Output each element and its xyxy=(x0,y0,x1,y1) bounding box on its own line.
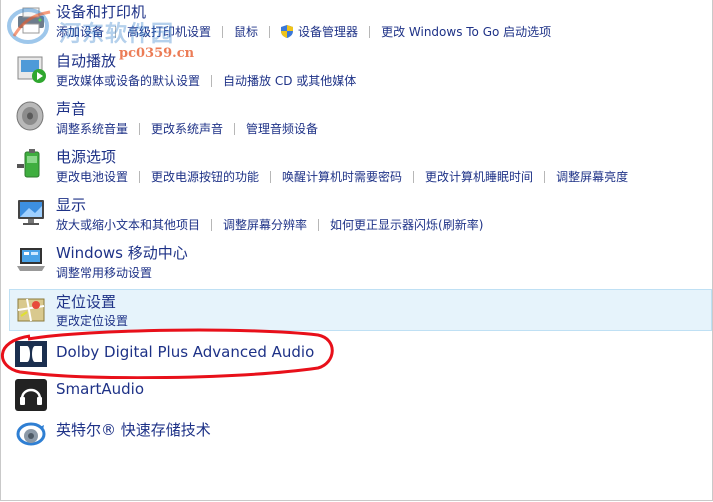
category-sound: 声音 调整系统音量 更改系统声音 管理音频设备 xyxy=(9,96,712,142)
separator xyxy=(211,74,213,87)
category-title[interactable]: 英特尔® 快速存储技术 xyxy=(56,419,211,440)
autoplay-icon xyxy=(17,56,46,83)
intel-rst-icon xyxy=(16,422,46,446)
category-title[interactable]: Windows 移动中心 xyxy=(56,242,188,263)
link-resolution[interactable]: 调整屏幕分辨率 xyxy=(223,216,307,233)
category-devices-printers: 设备和打印机 添加设备 高级打印机设置 鼠标 设备管理器 更改 Windows … xyxy=(9,0,712,46)
separator xyxy=(222,25,224,38)
category-mobility-center: Windows 移动中心 调整常用移动设置 xyxy=(9,240,712,286)
category-title[interactable]: Dolby Digital Plus Advanced Audio xyxy=(56,343,314,361)
category-links: 更改媒体或设备的默认设置 自动播放 CD 或其他媒体 xyxy=(56,72,356,89)
dolby-logo-icon xyxy=(15,341,47,367)
link-device-manager[interactable]: 设备管理器 xyxy=(298,23,358,40)
headphones-icon xyxy=(15,379,47,411)
category-links: 更改定位设置 xyxy=(56,312,128,329)
category-title[interactable]: 定位设置 xyxy=(56,291,116,312)
separator xyxy=(139,170,141,183)
separator xyxy=(115,25,117,38)
battery-plug-icon xyxy=(17,149,40,178)
link-power-buttons[interactable]: 更改电源按钮的功能 xyxy=(151,168,259,185)
separator xyxy=(269,25,271,38)
category-intel-rst: 英特尔® 快速存储技术 xyxy=(9,414,712,452)
link-change-sounds[interactable]: 更改系统声音 xyxy=(151,120,223,137)
link-adjust-volume[interactable]: 调整系统音量 xyxy=(56,120,128,137)
link-text-size[interactable]: 放大或缩小文本和其他项目 xyxy=(56,216,200,233)
category-links: 添加设备 高级打印机设置 鼠标 设备管理器 更改 Windows To Go 启… xyxy=(56,23,551,40)
link-battery-settings[interactable]: 更改电池设置 xyxy=(56,168,128,185)
link-windows-to-go[interactable]: 更改 Windows To Go 启动选项 xyxy=(381,23,551,40)
category-links: 调整系统音量 更改系统声音 管理音频设备 xyxy=(56,120,318,137)
separator xyxy=(413,170,415,183)
category-power: 电源选项 更改电池设置 更改电源按钮的功能 唤醒计算机时需要密码 更改计算机睡眠… xyxy=(9,144,712,190)
category-smartaudio: SmartAudio xyxy=(9,376,712,414)
separator xyxy=(234,122,236,135)
link-brightness[interactable]: 调整屏幕亮度 xyxy=(556,168,628,185)
link-change-default-media[interactable]: 更改媒体或设备的默认设置 xyxy=(56,72,200,89)
category-links: 调整常用移动设置 xyxy=(56,264,152,281)
link-flicker[interactable]: 如何更正显示器闪烁(刷新率) xyxy=(330,216,483,233)
link-autoplay-cd[interactable]: 自动播放 CD 或其他媒体 xyxy=(223,72,356,89)
laptop-icon xyxy=(17,248,45,271)
link-sleep-time[interactable]: 更改计算机睡眠时间 xyxy=(425,168,533,185)
category-title[interactable]: 自动播放 xyxy=(56,50,116,71)
link-manage-audio[interactable]: 管理音频设备 xyxy=(246,120,318,137)
separator xyxy=(544,170,546,183)
category-title[interactable]: SmartAudio xyxy=(56,380,144,398)
category-title[interactable]: 声音 xyxy=(56,98,86,119)
location-map-icon xyxy=(17,298,45,322)
category-title[interactable]: 电源选项 xyxy=(56,146,116,167)
category-display: 显示 放大或缩小文本和其他项目 调整屏幕分辨率 如何更正显示器闪烁(刷新率) xyxy=(9,192,712,238)
uac-shield-icon xyxy=(281,25,294,38)
category-location: 定位设置 更改定位设置 xyxy=(9,289,712,331)
separator xyxy=(369,25,371,38)
monitor-icon xyxy=(18,200,44,225)
link-mobility-settings[interactable]: 调整常用移动设置 xyxy=(56,264,152,281)
category-title[interactable]: 显示 xyxy=(56,194,86,215)
separator xyxy=(318,218,320,231)
separator xyxy=(270,170,272,183)
category-links: 更改电池设置 更改电源按钮的功能 唤醒计算机时需要密码 更改计算机睡眠时间 调整… xyxy=(56,168,628,185)
link-advanced-printer[interactable]: 高级打印机设置 xyxy=(127,23,211,40)
printer-icon xyxy=(18,7,44,34)
control-panel-list: 设备和打印机 添加设备 高级打印机设置 鼠标 设备管理器 更改 Windows … xyxy=(0,0,713,501)
link-location-settings[interactable]: 更改定位设置 xyxy=(56,312,128,329)
link-wake-password[interactable]: 唤醒计算机时需要密码 xyxy=(282,168,402,185)
link-mouse[interactable]: 鼠标 xyxy=(234,23,258,40)
category-title[interactable]: 设备和打印机 xyxy=(56,1,146,22)
category-links: 放大或缩小文本和其他项目 调整屏幕分辨率 如何更正显示器闪烁(刷新率) xyxy=(56,216,483,233)
category-dolby: Dolby Digital Plus Advanced Audio xyxy=(9,336,712,374)
separator xyxy=(139,122,141,135)
link-add-device[interactable]: 添加设备 xyxy=(56,23,104,40)
speaker-icon xyxy=(16,101,44,131)
category-autoplay: 自动播放 更改媒体或设备的默认设置 自动播放 CD 或其他媒体 xyxy=(9,48,712,94)
separator xyxy=(211,218,213,231)
